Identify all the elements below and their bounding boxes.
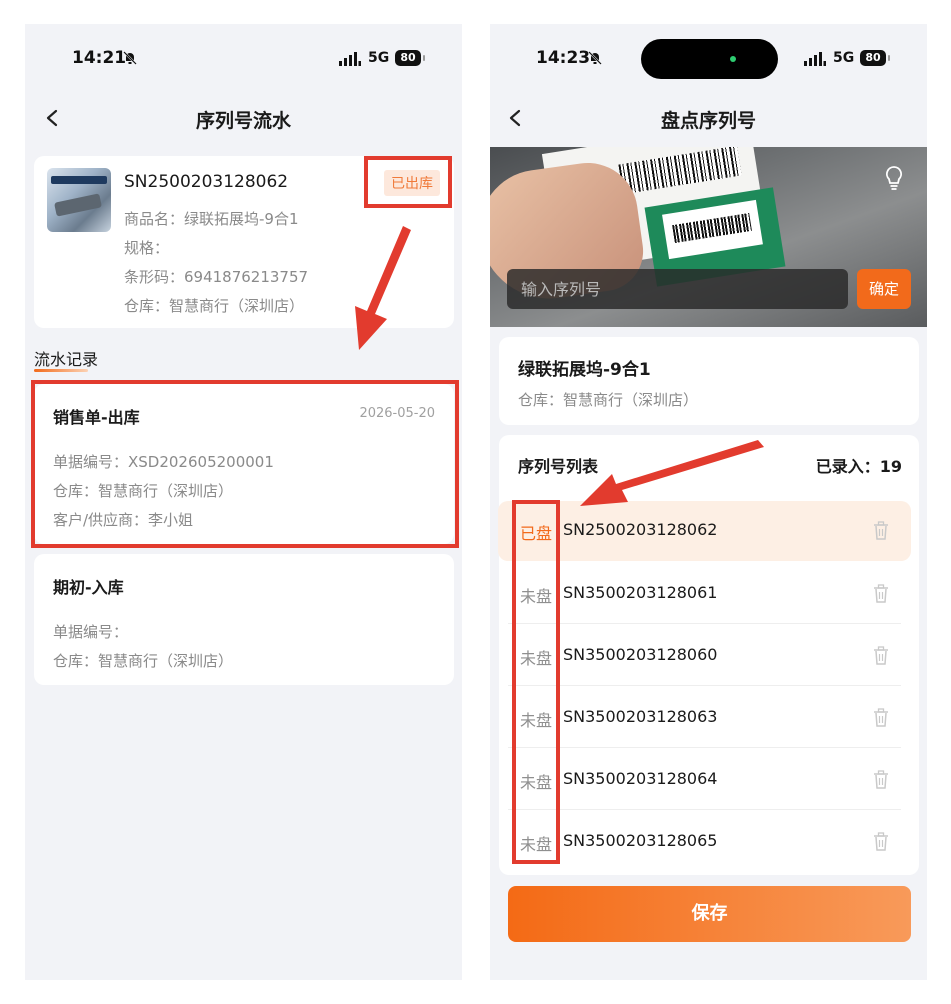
status-time: 14:23 [536, 48, 591, 68]
trash-icon[interactable] [873, 646, 889, 665]
save-button[interactable]: 保存 [508, 886, 911, 942]
trash-icon[interactable] [873, 770, 889, 789]
trash-icon[interactable] [873, 708, 889, 727]
left-phone-screen: 14:21 5G 80 序列号流水 SN2500203128062 已出库 商品… [25, 24, 462, 980]
product-name: 绿联拓展坞-9合1 [518, 360, 651, 380]
status-bar: 14:23 5G 80 [490, 24, 927, 94]
annotation-box-status [364, 156, 452, 208]
bell-slash-icon [123, 51, 137, 65]
product-spec-line: 规格： [124, 239, 170, 257]
signal-icon [339, 52, 361, 66]
row-serial-number: SN3500203128061 [563, 583, 718, 602]
status-bar: 14:21 5G 80 [25, 24, 462, 94]
record-order-no: 单据编号： [53, 623, 129, 641]
row-serial-number: SN3500203128065 [563, 831, 718, 850]
battery-icon: 80 [395, 50, 425, 66]
entered-count: 已录入：19 [815, 457, 902, 476]
section-title: 流水记录 [34, 350, 99, 369]
trash-icon[interactable] [873, 521, 889, 540]
nav-bar: 盘点序列号 [490, 96, 927, 142]
row-serial-number: SN3500203128064 [563, 769, 718, 788]
annotation-box-status-column [512, 500, 560, 864]
battery-icon: 80 [860, 50, 890, 66]
annotation-arrow [580, 440, 764, 506]
annotation-arrow [355, 226, 411, 350]
section-underline [34, 369, 88, 372]
trash-icon[interactable] [873, 832, 889, 851]
page-title: 序列号流水 [195, 110, 291, 132]
status-time: 14:21 [72, 48, 127, 68]
dynamic-island [641, 39, 778, 79]
product-warehouse-line: 仓库：智慧商行（深圳店） [518, 391, 699, 409]
record-title: 期初-入库 [53, 578, 124, 597]
product-card: 绿联拓展坞-9合1 仓库：智慧商行（深圳店） [499, 337, 919, 425]
row-serial-number: SN2500203128062 [563, 520, 718, 539]
product-image [47, 168, 111, 232]
product-barcode-line: 条形码：6941876213757 [124, 268, 309, 286]
annotation-box-record [31, 380, 459, 548]
product-warehouse-line: 仓库：智慧商行（深圳店） [124, 297, 305, 315]
bulb-icon[interactable] [883, 165, 905, 191]
row-serial-number: SN3500203128063 [563, 707, 718, 726]
serial-number-input[interactable] [507, 269, 848, 309]
product-sn: SN2500203128062 [124, 172, 289, 192]
trash-icon[interactable] [873, 584, 889, 603]
page-title: 盘点序列号 [660, 110, 756, 132]
record-card[interactable]: 期初-入库 单据编号： 仓库：智慧商行（深圳店） [34, 554, 454, 685]
confirm-button[interactable]: 确定 [857, 269, 911, 309]
row-serial-number: SN3500203128060 [563, 645, 718, 664]
camera-scanner[interactable]: 确定 [490, 147, 927, 327]
product-name-line: 商品名：绿联拓展坞-9合1 [124, 210, 299, 228]
signal-icon [804, 52, 826, 66]
network-label: 5G [833, 50, 855, 66]
right-phone-screen: 14:23 5G 80 盘点序列号 确定 [490, 24, 927, 980]
bell-slash-icon [588, 51, 602, 65]
nav-bar: 序列号流水 [25, 96, 462, 142]
network-label: 5G [368, 50, 390, 66]
record-warehouse: 仓库：智慧商行（深圳店） [53, 652, 234, 670]
